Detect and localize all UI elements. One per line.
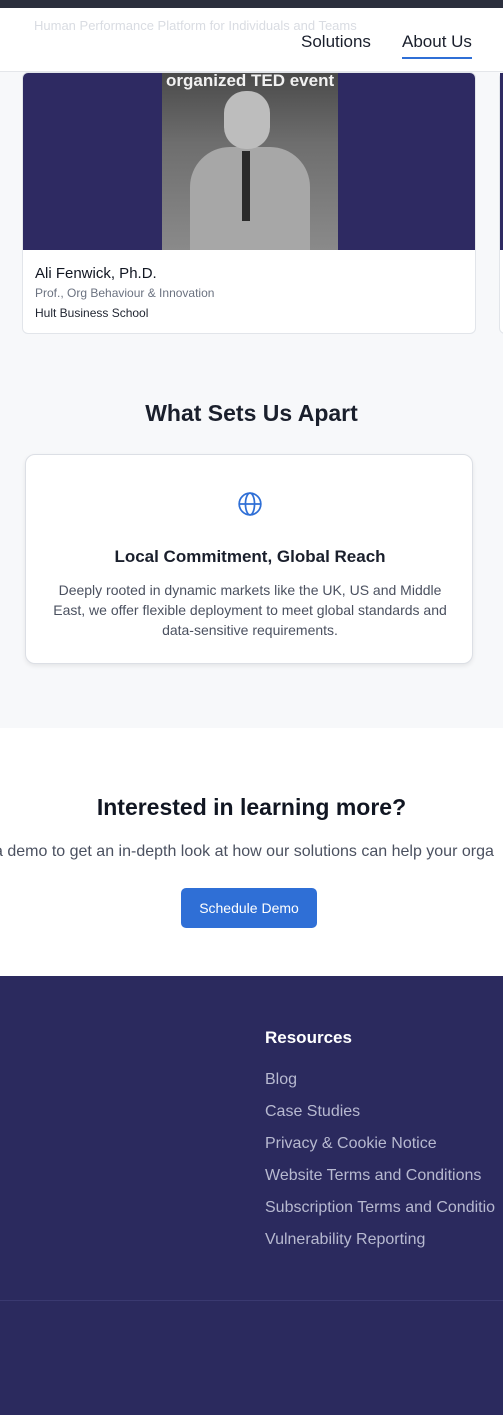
nav-link-solutions[interactable]: Solutions	[301, 32, 371, 52]
footer-link-vulnerability-reporting[interactable]: Vulnerability Reporting	[265, 1230, 495, 1262]
nav-active-underline	[402, 57, 472, 59]
photo-figure-body	[190, 147, 310, 250]
team-member-photo: organized TED event	[162, 73, 338, 250]
team-member-role: Prof., Org Behaviour & Innovation	[35, 286, 215, 300]
footer-link-website-terms[interactable]: Website Terms and Conditions	[265, 1166, 495, 1198]
photo-figure-lanyard	[242, 151, 250, 221]
footer-heading-resources: Resources	[265, 1028, 352, 1047]
globe-icon	[238, 492, 262, 516]
footer-link-case-studies[interactable]: Case Studies	[265, 1102, 495, 1134]
footer-divider	[0, 1300, 503, 1301]
section-title-what-sets-us-apart: What Sets Us Apart	[145, 400, 358, 426]
nav-link-about-us[interactable]: About Us	[402, 32, 472, 52]
team-member-school: Hult Business School	[35, 306, 149, 320]
team-member-card[interactable]: organized TED event Ali Fenwick, Ph.D. P…	[22, 72, 476, 334]
photo-banner-text: organized TED event	[166, 73, 335, 90]
feature-card: Local Commitment, Global Reach Deeply ro…	[25, 454, 473, 664]
feature-description: Deeply rooted in dynamic markets like th…	[53, 582, 447, 638]
navbar: Human Performance Platform for Individua…	[0, 8, 503, 72]
nav-faded-tagline: Human Performance Platform for Individua…	[34, 18, 357, 33]
cta-subtitle: a demo to get an in-depth look at how ou…	[0, 843, 494, 860]
top-strip	[0, 0, 503, 8]
team-photo-area: organized TED event	[23, 73, 475, 250]
footer: Resources Blog Case Studies Privacy & Co…	[0, 976, 503, 1415]
cta-title: Interested in learning more?	[96, 794, 407, 820]
footer-link-privacy-cookie-notice[interactable]: Privacy & Cookie Notice	[265, 1134, 495, 1166]
footer-resources-list: Blog Case Studies Privacy & Cookie Notic…	[265, 1070, 495, 1262]
feature-title: Local Commitment, Global Reach	[114, 547, 386, 566]
schedule-demo-button[interactable]: Schedule Demo	[181, 888, 317, 928]
cta-section: Interested in learning more? a demo to g…	[0, 728, 503, 976]
team-member-name: Ali Fenwick, Ph.D.	[35, 265, 157, 282]
photo-figure-head	[224, 91, 270, 149]
footer-link-subscription-terms[interactable]: Subscription Terms and Conditio	[265, 1198, 495, 1230]
next-team-card-edge[interactable]	[499, 72, 503, 334]
footer-link-blog[interactable]: Blog	[265, 1070, 495, 1102]
